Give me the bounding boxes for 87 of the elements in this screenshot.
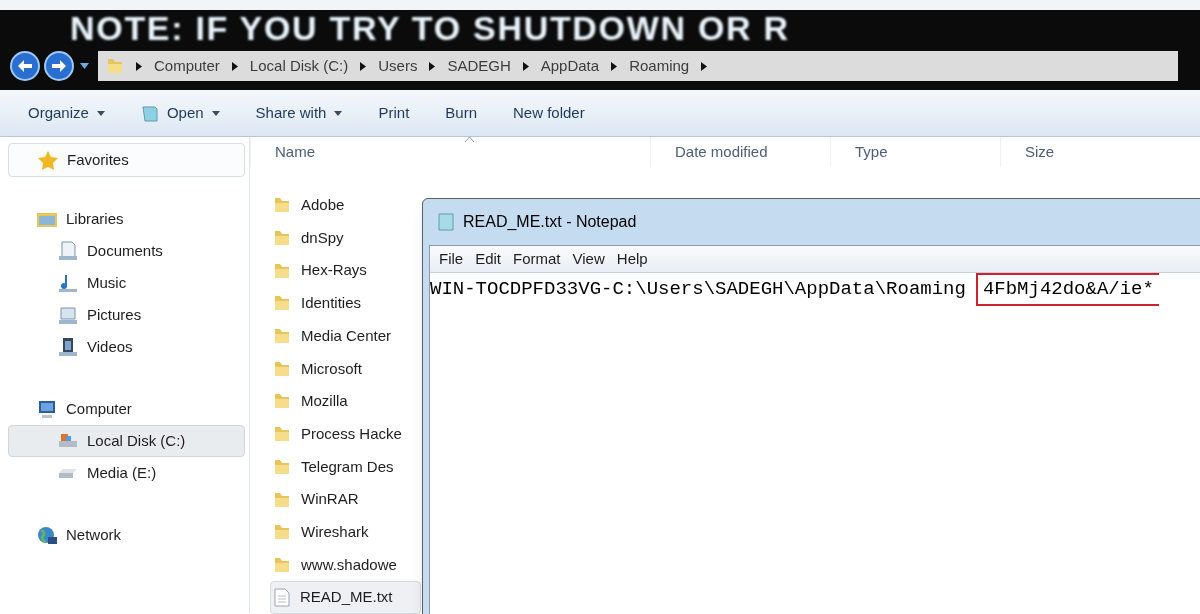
- sidebar-item[interactable]: Videos: [8, 331, 245, 363]
- address-bar[interactable]: Computer Local Disk (C:) Users SADEGH AppData Roaming: [98, 51, 1178, 81]
- menu-item[interactable]: Help: [611, 247, 653, 271]
- folder-entry[interactable]: Wireshark: [270, 515, 421, 549]
- chevron-icon: [429, 61, 436, 71]
- toolbar-button[interactable]: Burn: [433, 97, 489, 129]
- folder-icon: [273, 425, 291, 444]
- sidebar-item[interactable]: Pictures: [8, 299, 245, 331]
- folder-entry[interactable]: Identities: [270, 287, 421, 320]
- picture-icon: [57, 305, 79, 325]
- toolbar-button[interactable]: Organize: [16, 97, 117, 129]
- caret-icon: [211, 110, 220, 116]
- document-icon: [274, 588, 290, 608]
- back-button[interactable]: [10, 51, 40, 81]
- film-icon: [57, 337, 79, 357]
- globe-icon: [36, 525, 58, 545]
- sidebar-item[interactable]: Music: [8, 267, 245, 299]
- menu-item[interactable]: Format: [508, 247, 566, 271]
- folder-icon: [273, 261, 291, 280]
- folder-icon: [273, 392, 291, 411]
- folder-entry[interactable]: Telegram Des: [270, 450, 421, 484]
- star-icon: [37, 150, 59, 170]
- text-document-entry[interactable]: READ_ME.txt: [270, 581, 421, 614]
- sidebar-item[interactable]: Media (E:): [8, 457, 245, 489]
- arrow-right-icon: [51, 59, 67, 73]
- folder-icon: [273, 555, 291, 574]
- folder-icon: [273, 523, 291, 542]
- folder-icon: [273, 229, 291, 248]
- folder-entry[interactable]: WinRAR: [270, 483, 421, 516]
- folder-icon: [273, 359, 291, 378]
- sidebar-item[interactable]: Computer: [8, 393, 245, 425]
- folder-entry[interactable]: Microsoft: [270, 352, 421, 386]
- forward-button[interactable]: [44, 51, 74, 81]
- folder-icon: [273, 457, 291, 476]
- chevron-icon: [136, 61, 142, 71]
- folder-entry[interactable]: Media Center: [270, 319, 421, 353]
- menu-item[interactable]: File: [434, 247, 469, 271]
- document-icon: [57, 241, 79, 261]
- window-title: READ_ME.txt - Notepad: [463, 212, 637, 232]
- chevron-icon: [701, 61, 708, 71]
- toolbar-button[interactable]: Print: [366, 97, 422, 129]
- menu-item[interactable]: Edit: [470, 247, 507, 271]
- column-header[interactable]: Type: [830, 137, 1000, 167]
- folder-entry[interactable]: dnSpy: [270, 221, 421, 255]
- breadcrumb-item[interactable]: AppData: [540, 54, 600, 78]
- folder-icon: [106, 57, 124, 75]
- breadcrumb-item[interactable]: Local Disk (C:): [249, 54, 349, 78]
- file-content-text: WIN-TOCDPFD33VG-C:\Users\SADEGH\AppData\Roaming: [430, 277, 966, 302]
- notepad-icon: [437, 212, 455, 232]
- folder-icon: [273, 294, 291, 313]
- computer-icon: [36, 399, 58, 419]
- sidebar-item[interactable]: Network: [8, 519, 245, 551]
- toolbar-button[interactable]: New folder: [501, 97, 597, 129]
- sidebar-item[interactable]: Libraries: [8, 203, 245, 235]
- breadcrumb-item[interactable]: Users: [378, 54, 418, 78]
- breadcrumb-item[interactable]: Roaming: [629, 54, 690, 78]
- toolbar-button[interactable]: Share with: [243, 97, 355, 129]
- banner-text: NOTE: IF YOU TRY TO SHUTDOWN OR R: [70, 11, 790, 45]
- sidebar-item[interactable]: Documents: [8, 235, 245, 267]
- caret-icon: [79, 63, 89, 69]
- column-header[interactable]: Name: [250, 137, 650, 167]
- chevron-icon: [231, 61, 238, 71]
- caret-icon: [334, 110, 343, 116]
- chevron-icon: [522, 61, 529, 71]
- column-header[interactable]: Size: [1000, 137, 1130, 167]
- folder-icon: [273, 196, 291, 215]
- notepad-icon: [140, 104, 159, 122]
- folder-icon: [273, 327, 291, 346]
- breadcrumb-item[interactable]: SADEGH: [447, 54, 511, 78]
- arrow-left-icon: [17, 59, 33, 73]
- folder-entry[interactable]: Mozilla: [270, 385, 421, 418]
- folder-icon: [273, 490, 291, 509]
- chevron-icon: [360, 61, 367, 71]
- menu-item[interactable]: View: [567, 247, 610, 271]
- folder-entry[interactable]: www.shadowe: [270, 548, 421, 582]
- toolbar-button[interactable]: Open: [128, 97, 232, 129]
- chevron-icon: [611, 61, 618, 71]
- folder-entry[interactable]: Adobe: [270, 189, 421, 222]
- folder-entry[interactable]: Hex-Rays: [270, 254, 421, 288]
- music-note-icon: [57, 273, 79, 293]
- highlighted-key-text: 4FbMj42do&A/ie*: [975, 273, 1159, 306]
- column-header[interactable]: Date modified: [650, 137, 830, 167]
- caret-icon: [96, 110, 105, 116]
- sidebar-item[interactable]: Favorites: [8, 143, 245, 177]
- sidebar-item[interactable]: Local Disk (C:): [8, 425, 245, 457]
- folder-entry[interactable]: Process Hacke: [270, 417, 421, 451]
- breadcrumb-item[interactable]: Computer: [154, 54, 220, 78]
